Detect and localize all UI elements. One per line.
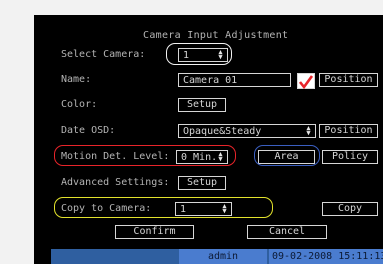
name-position-button[interactable]: Position: [319, 73, 378, 87]
status-user: admin: [179, 249, 267, 264]
spin-arrows-icon: ▲ ▼: [306, 124, 311, 137]
advanced-settings-label: Advanced Settings:: [61, 177, 170, 188]
policy-button[interactable]: Policy: [322, 150, 378, 164]
name-label: Name:: [61, 74, 92, 85]
date-osd-select[interactable]: Opaque&Steady ▲ ▼: [178, 124, 316, 138]
color-setup-button[interactable]: Setup: [178, 98, 226, 112]
color-label: Color:: [61, 99, 98, 110]
dvr-screen: Camera Input Adjustment Select Camera: 1…: [34, 15, 383, 264]
status-datetime: 09-02-2008 15:11:13: [269, 249, 383, 264]
cancel-button[interactable]: Cancel: [247, 225, 327, 239]
status-bar: admin 09-02-2008 15:11:13: [51, 249, 383, 264]
motion-det-highlight: [54, 145, 236, 166]
select-camera-label: Select Camera:: [61, 49, 146, 60]
name-field[interactable]: Camera 01: [178, 73, 291, 87]
date-osd-value: Opaque&Steady: [183, 126, 262, 137]
name-checkbox[interactable]: [297, 73, 315, 90]
date-osd-label: Date OSD:: [61, 125, 116, 136]
date-position-button[interactable]: Position: [319, 124, 378, 138]
advanced-setup-button[interactable]: Setup: [178, 176, 226, 190]
confirm-button[interactable]: Confirm: [115, 225, 194, 239]
copy-button[interactable]: Copy: [322, 202, 378, 216]
check-mark-icon: [298, 75, 314, 90]
dialog-title: Camera Input Adjustment: [143, 30, 289, 41]
select-camera-highlight: [166, 43, 232, 65]
copy-to-camera-highlight: [54, 197, 273, 218]
area-highlight: [254, 145, 320, 166]
